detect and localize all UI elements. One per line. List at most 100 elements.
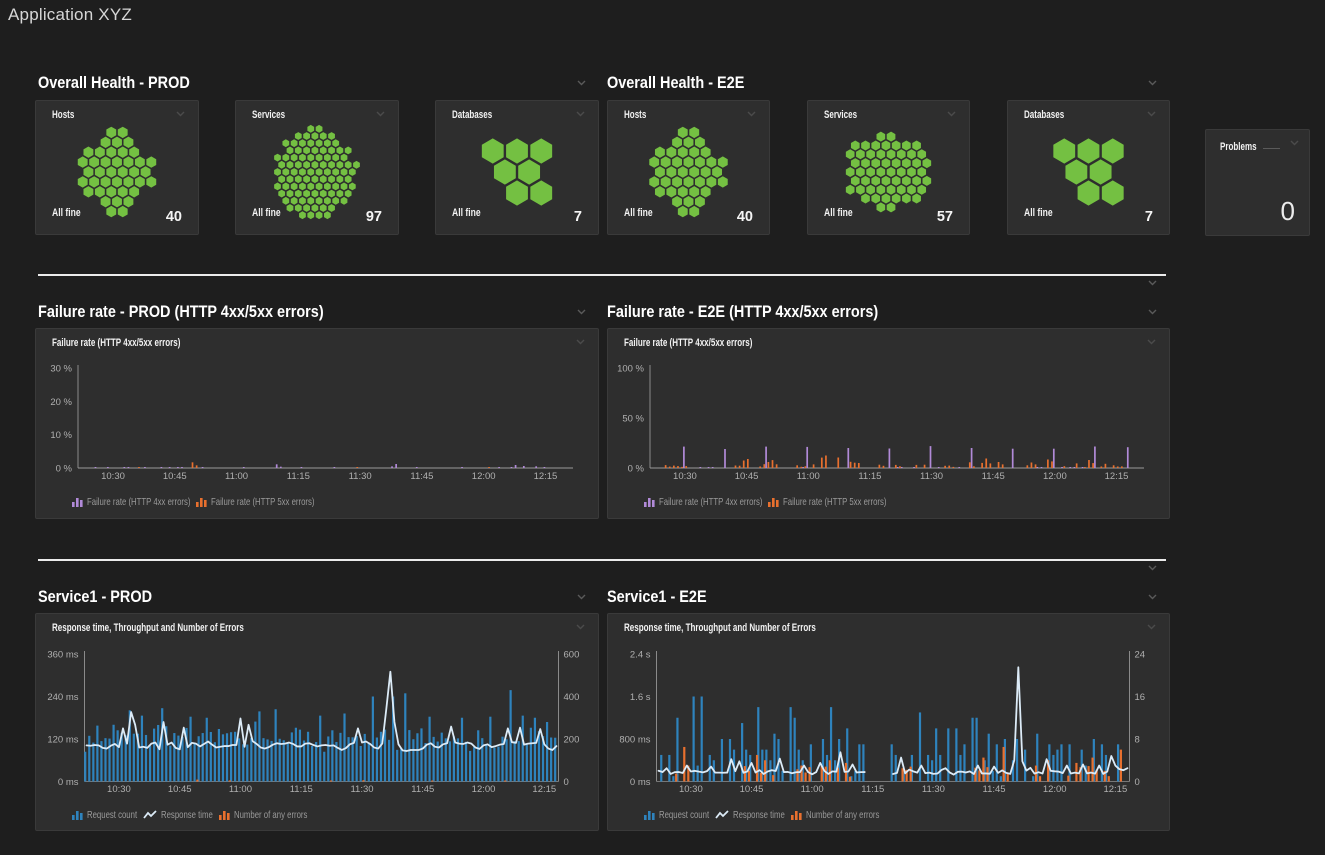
hexagon-cell[interactable] — [666, 147, 676, 158]
hexagon-cell[interactable] — [917, 149, 926, 159]
hexagon-cell[interactable] — [892, 176, 901, 186]
hexagon-cell[interactable] — [655, 147, 665, 158]
hexagon-cell[interactable] — [316, 197, 323, 205]
hexagon-cell[interactable] — [320, 175, 327, 183]
hexagon-cell[interactable] — [912, 194, 921, 204]
hexagon-cell[interactable] — [307, 125, 314, 133]
hexagon-cell[interactable] — [287, 161, 294, 169]
chevron-down-icon[interactable] — [1147, 111, 1158, 118]
hexagon-cell[interactable] — [324, 183, 331, 191]
chevron-down-icon[interactable] — [947, 111, 958, 118]
hexagon-cell[interactable] — [684, 196, 694, 207]
hexagon-cell[interactable] — [1078, 180, 1100, 205]
hexagon-cell[interactable] — [316, 154, 323, 162]
hexagon-cell[interactable] — [877, 167, 886, 177]
hexagon-cell[interactable] — [917, 185, 926, 195]
hexagon-cell[interactable] — [112, 196, 122, 207]
hexagon-cell[interactable] — [124, 176, 134, 187]
hexagon-cell[interactable] — [124, 196, 134, 207]
hexagon-cell[interactable] — [917, 167, 926, 177]
hexagon-cell[interactable] — [124, 156, 134, 167]
hexagon-cell[interactable] — [922, 158, 931, 168]
hexagon-cell[interactable] — [866, 167, 875, 177]
hexagon-cell[interactable] — [95, 166, 105, 177]
hexagon-cell[interactable] — [112, 176, 122, 187]
hexagon-cell[interactable] — [299, 211, 306, 219]
hexagon-cell[interactable] — [106, 147, 116, 158]
hexagon-cell[interactable] — [695, 137, 705, 148]
hexagon-cell[interactable] — [287, 204, 294, 212]
hexagon-cell[interactable] — [851, 140, 860, 150]
hexagon-cell[interactable] — [887, 167, 896, 177]
hexagon-cell[interactable] — [530, 138, 552, 163]
hexagon-cell[interactable] — [678, 147, 688, 158]
chevron-down-icon[interactable] — [176, 111, 187, 118]
hexagon-cell[interactable] — [287, 175, 294, 183]
hexagon-cell[interactable] — [341, 183, 348, 191]
hexagon-cell[interactable] — [118, 206, 128, 217]
hexagon-cell[interactable] — [320, 147, 327, 155]
hexagon-cell[interactable] — [341, 154, 348, 162]
hexagon-cell[interactable] — [320, 132, 327, 140]
hexagon-cell[interactable] — [274, 168, 281, 176]
hexagon-cell[interactable] — [345, 190, 352, 198]
hexagon-cell[interactable] — [349, 183, 356, 191]
hexagon-cell[interactable] — [101, 196, 111, 207]
hexagon-cell[interactable] — [332, 139, 339, 147]
hexagon-cell[interactable] — [655, 166, 665, 177]
hexagon-cell[interactable] — [112, 156, 122, 167]
hexagon-cell[interactable] — [678, 206, 688, 217]
hexagon-cell[interactable] — [907, 185, 916, 195]
hexagon-cell[interactable] — [1078, 138, 1100, 163]
hexagon-cell[interactable] — [345, 147, 352, 155]
hexagon-cell[interactable] — [303, 190, 310, 198]
hexagon-cell[interactable] — [336, 147, 343, 155]
hexagon-cell[interactable] — [892, 194, 901, 204]
hexagon-cell[interactable] — [291, 154, 298, 162]
hexagon-cell[interactable] — [312, 147, 319, 155]
hexagon-cell[interactable] — [328, 161, 335, 169]
hexagon-cell[interactable] — [135, 156, 145, 167]
hexagon-cell[interactable] — [307, 183, 314, 191]
hexagon-cell[interactable] — [672, 156, 682, 167]
chevron-down-icon[interactable] — [376, 111, 387, 118]
hexagon-cell[interactable] — [846, 149, 855, 159]
hexagon-cell[interactable] — [695, 176, 705, 187]
hexagon-cell[interactable] — [112, 137, 122, 148]
hexagon-cell[interactable] — [118, 166, 128, 177]
hexagon-cell[interactable] — [701, 147, 711, 158]
hexagon-cell[interactable] — [341, 197, 348, 205]
hexagon-cell[interactable] — [1053, 138, 1075, 163]
hexagon-cell[interactable] — [666, 186, 676, 197]
hexagon-cell[interactable] — [129, 166, 139, 177]
chevron-down-icon[interactable] — [577, 80, 588, 87]
hexagon-cell[interactable] — [912, 176, 921, 186]
hexagon-cell[interactable] — [661, 176, 671, 187]
hexagon-cell[interactable] — [106, 206, 116, 217]
chart-tile-service-prod[interactable]: Response time, Throughput and Number of … — [35, 613, 599, 831]
hexagon-cell[interactable] — [320, 161, 327, 169]
hexagon-cell[interactable] — [684, 176, 694, 187]
hexagon-cell[interactable] — [291, 139, 298, 147]
hexagon-cell[interactable] — [877, 149, 886, 159]
hexagon-cell[interactable] — [341, 168, 348, 176]
hexagon-cell[interactable] — [295, 161, 302, 169]
chart-tile-failure-e2e[interactable]: Failure rate (HTTP 4xx/5xx errors)0 %50 … — [607, 328, 1170, 519]
health-tile-databases-prod[interactable]: Databases All fine 7 — [435, 100, 599, 235]
hexagon-cell[interactable] — [902, 140, 911, 150]
hexagon-cell[interactable] — [332, 197, 339, 205]
hexagon-cell[interactable] — [877, 185, 886, 195]
hexagon-cell[interactable] — [871, 158, 880, 168]
hexagon-cell[interactable] — [902, 194, 911, 204]
hexagon-cell[interactable] — [336, 161, 343, 169]
hexagon-cell[interactable] — [299, 139, 306, 147]
hexagon-cell[interactable] — [695, 196, 705, 207]
hexagon-cell[interactable] — [695, 156, 705, 167]
hexagon-cell[interactable] — [324, 168, 331, 176]
hexagon-cell[interactable] — [349, 168, 356, 176]
hexagon-cell[interactable] — [295, 132, 302, 140]
hexagon-cell[interactable] — [866, 185, 875, 195]
hexagon-cell[interactable] — [871, 176, 880, 186]
hexagon-cell[interactable] — [307, 154, 314, 162]
hexagon-cell[interactable] — [118, 147, 128, 158]
